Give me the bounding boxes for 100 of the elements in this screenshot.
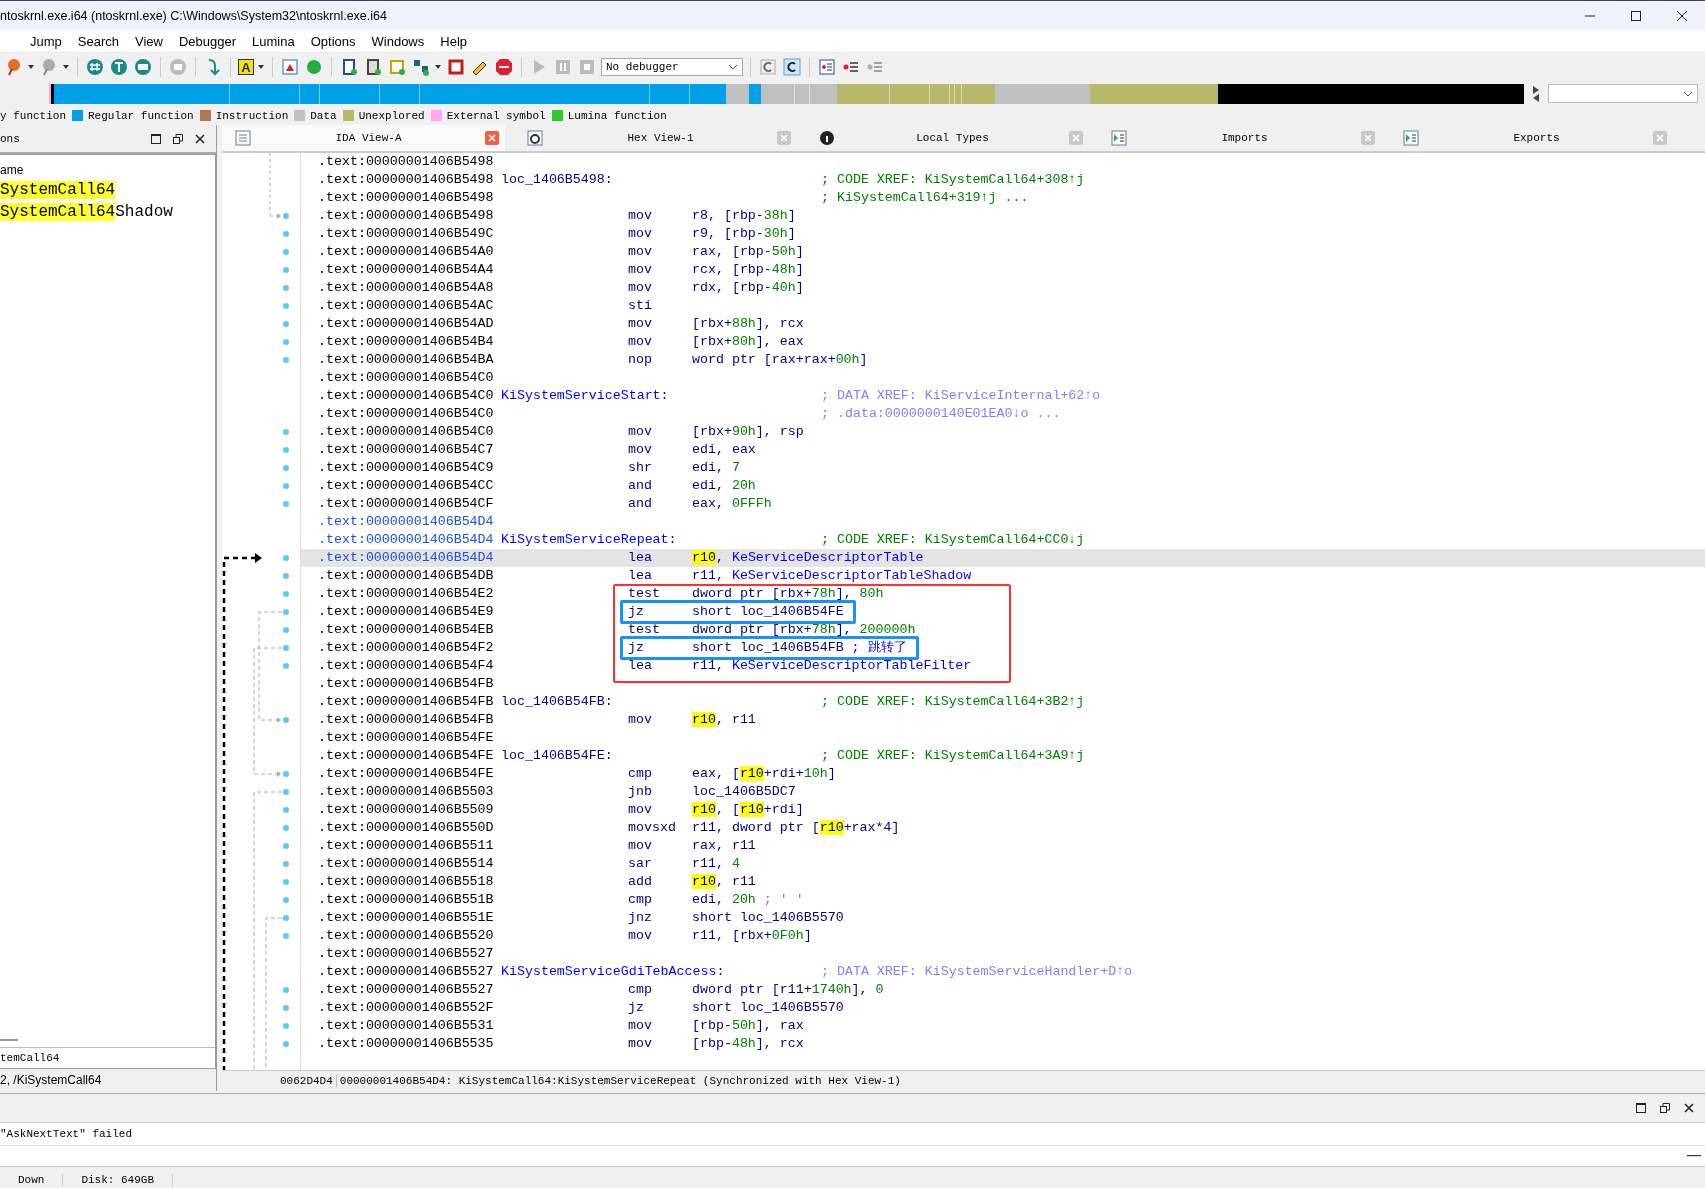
view-tab[interactable]: IDA View-A [222, 125, 505, 151]
breakpoint-dot-icon[interactable] [283, 446, 289, 453]
code-icon[interactable] [782, 57, 802, 77]
breakpoint-dot-icon[interactable] [283, 248, 289, 255]
circle-icon[interactable] [304, 57, 324, 77]
breakpoint-dot-icon[interactable] [283, 284, 289, 291]
breakpoint-dot-icon[interactable] [283, 1004, 289, 1011]
close-icon[interactable] [194, 132, 206, 145]
restore-icon[interactable] [172, 132, 184, 145]
menu-item[interactable]: Search [69, 33, 127, 49]
close-icon[interactable] [1674, 8, 1690, 23]
address: .text:00000001406B54FB [318, 674, 495, 693]
menu-item[interactable]: Debugger [170, 33, 245, 49]
frame-icon[interactable] [446, 57, 466, 77]
menu-item[interactable]: View [127, 33, 171, 49]
menu-item[interactable]: Windows [363, 33, 433, 49]
breakpoint-dot-icon[interactable] [283, 986, 289, 993]
list-icon[interactable] [817, 57, 837, 77]
segment-dropdown[interactable] [1548, 84, 1698, 103]
breakpoint-dot-icon[interactable] [283, 716, 289, 723]
breakpoint-dot-icon[interactable] [283, 878, 289, 885]
operands: r11, 4 [692, 854, 741, 873]
breakpoint-dot-icon[interactable] [283, 896, 289, 903]
restore-icon[interactable] [1659, 1102, 1671, 1114]
breakpoint-dot-icon[interactable] [283, 464, 289, 471]
breakpoint-dot-icon[interactable] [283, 572, 289, 579]
hash-icon[interactable] [85, 57, 105, 77]
breakpoint-dot-icon[interactable] [283, 806, 289, 813]
breakpoint-dot-icon[interactable] [283, 824, 289, 831]
breakpoint-dot-icon[interactable] [283, 230, 289, 237]
address: .text:00000001406B54FE [318, 764, 495, 783]
function-item[interactable]: SystemCall64 [0, 179, 215, 201]
breakpoint-dot-icon[interactable] [283, 644, 289, 651]
breakpoint-dot-icon[interactable] [283, 608, 289, 615]
close-icon[interactable] [1683, 1102, 1695, 1114]
caret-icon[interactable] [258, 64, 265, 70]
breakpoint-dot-icon[interactable] [283, 932, 289, 939]
breakpoint-dot-icon[interactable] [283, 500, 289, 507]
mnemonic: mov [628, 224, 653, 243]
operands: r11, KeServiceDescriptorTableFilter [692, 656, 973, 675]
graph-icon[interactable] [411, 57, 431, 77]
text-color-button[interactable]: A [238, 59, 254, 75]
breakpoint-dot-icon[interactable] [283, 626, 289, 633]
breakpoint-dot-icon[interactable] [283, 1040, 289, 1047]
breakpoint-dot-icon[interactable] [283, 338, 289, 345]
breakpoint-dot-icon[interactable] [283, 770, 289, 777]
menu-item[interactable]: Lumina [244, 33, 303, 49]
breakpoint-dot-icon[interactable] [283, 482, 289, 489]
table-icon [1402, 129, 1420, 147]
scroll-arrows-icon[interactable] [1532, 84, 1540, 103]
address: .text:00000001406B54CF [318, 494, 495, 513]
breakpoint-dot-icon[interactable] [283, 266, 289, 273]
mnemonic: lea [628, 548, 653, 567]
menu-item[interactable]: Help [432, 33, 475, 49]
code-label[interactable]: KiSystemServiceRepeat: [501, 530, 821, 549]
breakpoint-dot-icon[interactable] [283, 1022, 289, 1029]
breakpoint-dot-icon[interactable] [283, 662, 289, 669]
breakpoint-dot-icon[interactable] [283, 860, 289, 867]
window-icon[interactable] [280, 57, 300, 77]
operands: edi, 20h ; ' ' [692, 890, 805, 909]
operands: r11, dword ptr [r10+rax*4] [692, 818, 901, 837]
text-icon[interactable] [109, 57, 129, 77]
breakpoint-dot-icon[interactable] [283, 788, 289, 795]
maximize-icon[interactable] [1628, 8, 1644, 23]
maximize-icon[interactable] [1635, 1102, 1647, 1114]
breakpoint-dot-icon[interactable] [283, 428, 289, 435]
breakpoint-dot-icon[interactable] [283, 320, 289, 327]
bytes-icon[interactable] [133, 57, 153, 77]
command-field[interactable] [0, 1145, 1705, 1167]
address: .text:00000001406B54FE [318, 746, 495, 765]
breakpoint-dot-icon[interactable] [283, 212, 289, 219]
mnemonic: and [628, 494, 653, 513]
address: .text:00000001406B5514 [318, 854, 495, 873]
breakpoint-dot-icon[interactable] [283, 914, 289, 921]
code-label[interactable]: KiSystemServiceGdiTebAccess: [501, 962, 821, 981]
debugger-dropdown[interactable]: No debugger [601, 58, 743, 76]
comment: ; DATA XREF: KiServiceInternal+62↑o [821, 386, 1102, 405]
caret-icon[interactable] [63, 64, 70, 70]
breakpoint-dot-icon[interactable] [283, 554, 289, 561]
dash-icon[interactable] [1687, 1154, 1701, 1158]
menu-item[interactable]: Jump [22, 33, 70, 49]
undefine-icon[interactable] [168, 57, 188, 77]
caret-icon[interactable] [28, 64, 35, 70]
breakpoint-dot-icon[interactable] [283, 356, 289, 363]
code-label[interactable]: loc_1406B54FB: [501, 692, 821, 711]
maximize-icon[interactable] [150, 132, 162, 145]
code-label[interactable]: loc_1406B54FE: [501, 746, 821, 765]
pause-icon[interactable] [553, 57, 573, 77]
caret-icon[interactable] [435, 64, 442, 70]
navigation-band[interactable] [49, 83, 1524, 104]
stop-icon[interactable] [577, 57, 597, 77]
menu-item[interactable]: Options [302, 33, 364, 49]
comment: ; CODE XREF: KiSystemCall64+308↑j [821, 170, 1086, 189]
breakpoint-dot-icon[interactable] [283, 590, 289, 597]
code-label[interactable]: loc_1406B5498: [501, 170, 821, 189]
breakpoint-dot-icon[interactable] [283, 842, 289, 849]
function-item[interactable]: SystemCall64Shadow [0, 201, 215, 223]
code-label[interactable]: KiSystemServiceStart: [501, 386, 821, 405]
breakpoint-dot-icon[interactable] [283, 302, 289, 309]
stop-sign-icon[interactable] [494, 57, 514, 77]
